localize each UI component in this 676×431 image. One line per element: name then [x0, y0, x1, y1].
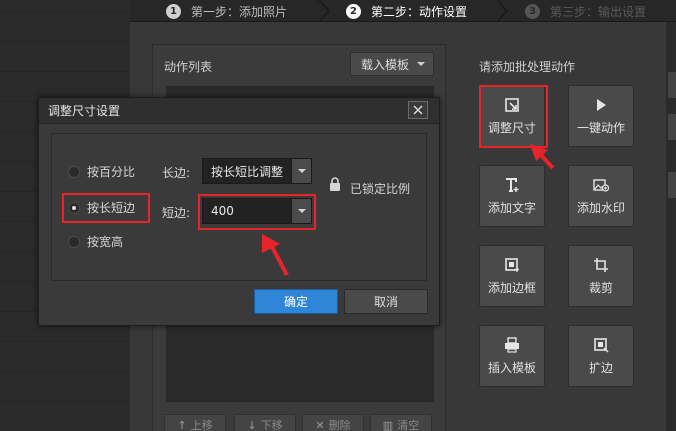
watermark-icon: [593, 177, 609, 193]
step-3[interactable]: 3 第三步：输出设置: [525, 0, 646, 22]
action-label: 添加边框: [487, 280, 536, 295]
delete-button[interactable]: ✕ 删除: [302, 414, 364, 431]
action-label: 插入模板: [487, 360, 536, 375]
border-icon: [504, 257, 520, 273]
highlight-short-side-input: [198, 194, 316, 230]
edge-tab[interactable]: [668, 72, 676, 98]
chevron-down-icon: [417, 62, 425, 66]
right-edge-bar: [666, 22, 676, 431]
play-icon: [593, 97, 609, 113]
step-separator-1: [318, 0, 330, 22]
app-window: 1 第一步：添加照片 2 第二步：动作设置 3 第三步：输出设置 动作列表 载入…: [0, 0, 676, 431]
action-label: 裁剪: [588, 280, 613, 295]
step-header: 1 第一步：添加照片 2 第二步：动作设置 3 第三步：输出设置: [130, 0, 676, 22]
step-label-2: 第二步：动作设置: [371, 4, 468, 19]
step-1[interactable]: 1 第一步：添加照片: [166, 0, 287, 22]
action-label: 一键动作: [576, 120, 625, 135]
delete-label: 删除: [328, 419, 351, 431]
clear-button[interactable]: ▥ 清空: [370, 414, 432, 431]
move-up-label: 上移: [190, 419, 213, 431]
dialog-title: 调整尺寸设置: [48, 104, 121, 118]
ok-button[interactable]: 确定: [254, 289, 338, 314]
step-separator-2: [496, 0, 508, 22]
radio-by-width-height[interactable]: 按宽高: [68, 233, 123, 250]
action-label: 添加水印: [576, 200, 625, 215]
close-icon: ✕: [315, 418, 325, 431]
action-add-text[interactable]: 添加文字: [479, 165, 545, 227]
dialog-title-bar: 调整尺寸设置: [39, 98, 439, 124]
long-side-value: 按长短比调整: [211, 164, 284, 179]
close-icon: [413, 105, 423, 115]
action-label: 扩边: [588, 360, 613, 375]
action-label: 添加文字: [487, 200, 536, 215]
radio-label: 按百分比: [87, 165, 136, 179]
expand-icon: [593, 337, 609, 353]
move-down-button[interactable]: ↓ 下移: [234, 414, 296, 431]
action-list-title: 动作列表: [164, 60, 213, 74]
highlight-resize-action: [479, 85, 548, 148]
step-label-1: 第一步：添加照片: [191, 4, 288, 19]
crop-icon: [593, 257, 609, 273]
clear-label: 清空: [397, 419, 420, 431]
radio-by-percent[interactable]: 按百分比: [68, 163, 135, 180]
lock-ratio-text: 已锁定比例: [350, 182, 411, 196]
radio-dot: [68, 165, 80, 178]
dialog-close-button[interactable]: [408, 101, 428, 119]
action-add-border[interactable]: 添加边框: [479, 245, 545, 307]
cancel-button[interactable]: 取消: [344, 289, 428, 314]
action-add-watermark[interactable]: 添加水印: [568, 165, 634, 227]
highlight-radio-long-short: [62, 193, 150, 223]
step-number-3: 3: [525, 3, 540, 19]
short-side-label: 短边:: [162, 206, 191, 220]
step-number-2: 2: [346, 3, 361, 19]
radio-label: 按宽高: [87, 235, 124, 249]
lock-icon: [329, 177, 341, 191]
arrow-down-icon: ↓: [247, 418, 257, 431]
trash-icon: ▥: [382, 418, 394, 431]
template-icon: [504, 336, 520, 353]
load-template-label: 载入模板: [361, 57, 410, 72]
radio-dot: [68, 235, 80, 248]
step-number-1: 1: [166, 3, 181, 19]
edge-tab[interactable]: [668, 172, 676, 198]
action-insert-template[interactable]: 插入模板: [479, 325, 545, 387]
actions-title: 请添加批处理动作: [479, 60, 576, 74]
action-crop[interactable]: 裁剪: [568, 245, 634, 307]
move-up-button[interactable]: ↑ 上移: [164, 414, 226, 431]
arrow-up-icon: ↑: [177, 418, 187, 431]
step-2[interactable]: 2 第二步：动作设置: [346, 0, 467, 22]
move-down-label: 下移: [260, 419, 283, 431]
long-side-select[interactable]: 按长短比调整: [202, 158, 312, 184]
step-label-3: 第三步：输出设置: [550, 4, 647, 19]
edge-tab[interactable]: [668, 114, 676, 140]
load-template-button[interactable]: 载入模板: [350, 52, 434, 76]
long-side-label: 长边:: [162, 166, 191, 180]
text-icon: [504, 177, 520, 193]
action-one-click[interactable]: 一键动作: [568, 85, 634, 147]
chevron-down-icon: [291, 159, 311, 183]
action-expand-edge[interactable]: 扩边: [568, 325, 634, 387]
